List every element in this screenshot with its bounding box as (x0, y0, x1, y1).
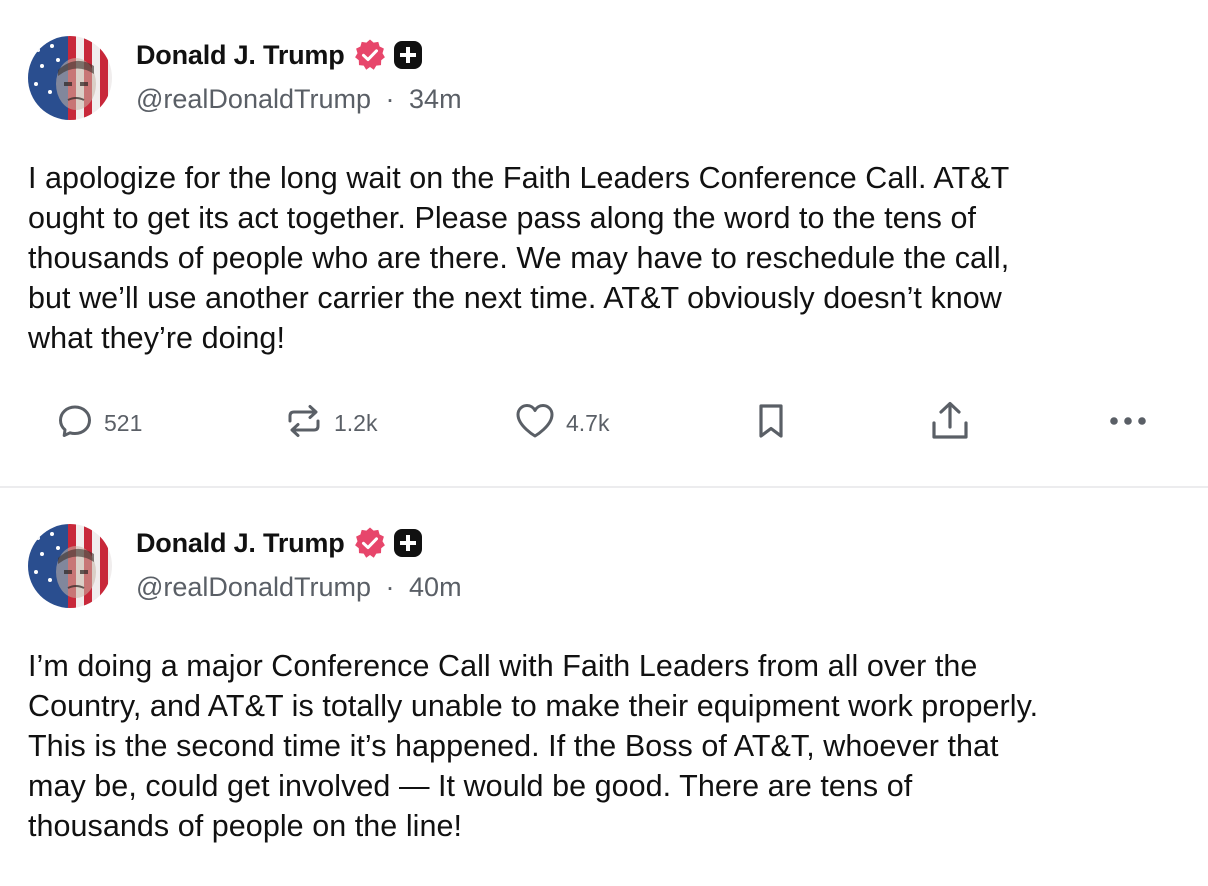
bookmark-button[interactable] (754, 398, 788, 448)
author-display-name[interactable]: Donald J. Trump (136, 528, 345, 559)
author-meta: @realDonaldTrump · 40m (136, 572, 462, 603)
avatar-image (28, 36, 112, 120)
like-button[interactable]: 4.7k (514, 398, 609, 448)
heart-icon (514, 401, 556, 446)
post-text-line: This is the second time it’s happened. I… (28, 729, 999, 763)
author-handle[interactable]: @realDonaldTrump (136, 572, 371, 602)
avatar[interactable] (28, 36, 112, 120)
post-card[interactable]: Donald J. Trump @realDonaldTrump · 34m I… (0, 0, 1208, 486)
post-text-line: I apologize for the long wait on the Fai… (28, 161, 1010, 195)
reply-count: 521 (104, 409, 143, 436)
avatar-image (28, 524, 112, 608)
post-text: I’m doing a major Conference Call with F… (28, 646, 1188, 846)
author-meta: @realDonaldTrump · 34m (136, 84, 462, 115)
post-timestamp[interactable]: 34m (409, 84, 462, 114)
meta-separator: · (385, 84, 395, 114)
post-text-line: may be, could get involved — It would be… (28, 769, 913, 803)
verified-badge-icon (353, 38, 387, 72)
repost-count: 1.2k (334, 409, 378, 436)
verified-badge-icon (353, 526, 387, 560)
meta-separator: · (385, 572, 395, 602)
post-timestamp[interactable]: 40m (409, 572, 462, 602)
post-text-line: but we’ll use another carrier the next t… (28, 281, 1002, 315)
post-text-line: what they’re doing! (28, 321, 285, 355)
post-text-line: thousands of people who are there. We ma… (28, 241, 1010, 275)
author-display-name[interactable]: Donald J. Trump (136, 40, 345, 71)
plus-badge-icon (393, 40, 423, 70)
author-handle[interactable]: @realDonaldTrump (136, 84, 371, 114)
ellipsis-icon (1108, 414, 1148, 433)
post-text: I apologize for the long wait on the Fai… (28, 158, 1188, 358)
more-options-button[interactable] (1108, 398, 1148, 448)
post-text-line: thousands of people on the line! (28, 809, 463, 843)
share-upload-icon (929, 399, 971, 448)
repost-arrows-icon (284, 401, 324, 446)
repost-button[interactable]: 1.2k (284, 398, 377, 448)
post-card[interactable]: Donald J. Trump @realDonaldTrump · 40m I… (0, 488, 1208, 886)
post-text-line: Country, and AT&T is totally unable to m… (28, 689, 1039, 723)
speech-bubble-icon (56, 402, 94, 445)
reply-button[interactable]: 521 (56, 398, 142, 448)
post-text-line: ought to get its act together. Please pa… (28, 201, 977, 235)
post-actions-bar: 521 1.2k 4.7k (0, 398, 1208, 448)
post-text-line: I’m doing a major Conference Call with F… (28, 649, 978, 683)
like-count: 4.7k (566, 409, 610, 436)
plus-badge-icon (393, 528, 423, 558)
avatar[interactable] (28, 524, 112, 608)
share-button[interactable] (929, 398, 971, 448)
bookmark-icon (754, 401, 788, 446)
